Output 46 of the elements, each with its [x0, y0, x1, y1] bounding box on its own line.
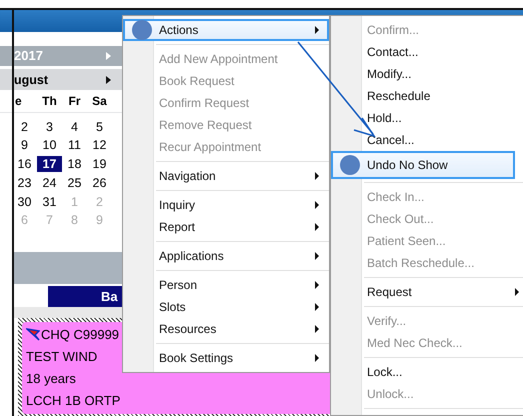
appointment-text: CHQ C99999 [41, 327, 120, 342]
menu-item[interactable]: Inquiry [123, 194, 329, 216]
weekday-label: e [14, 94, 22, 108]
menu-item[interactable]: Modify... [331, 63, 523, 85]
menu-item[interactable]: Book Settings [123, 347, 329, 369]
calendar-day[interactable]: 31 [38, 194, 60, 210]
weekday-label: Th [42, 94, 57, 108]
next-month-icon[interactable] [106, 76, 111, 84]
calendar-day[interactable]: 30 [14, 194, 36, 210]
menu-item[interactable]: Report [123, 216, 329, 238]
menu-item[interactable]: Lock... [331, 361, 523, 383]
menu-item[interactable]: Contact... [331, 41, 523, 63]
weekday-label: Fr [68, 94, 80, 108]
year-label: 2017 [14, 48, 44, 64]
calendar-day[interactable]: 9 [17, 137, 32, 154]
month-label: ugust [14, 72, 50, 87]
weekday-label: Sa [92, 94, 107, 108]
appointment-text: 18 years [26, 371, 76, 386]
menu-item[interactable]: Resources [123, 318, 329, 340]
menu-item[interactable]: Reschedule [331, 85, 523, 107]
circle-icon [340, 155, 360, 175]
calendar-day[interactable]: 16 [14, 156, 36, 172]
calendar-day[interactable]: 10 [38, 137, 60, 154]
calendar-day[interactable]: 12 [88, 137, 110, 154]
calendar-day[interactable]: 25 [64, 174, 86, 191]
appointment-text: LCCH 1B ORTP [26, 393, 120, 408]
calendar-day[interactable]: 23 [14, 174, 36, 191]
menu-item[interactable]: Navigation [123, 165, 329, 187]
circle-icon [132, 20, 152, 40]
menu-item[interactable]: Actions [123, 19, 329, 41]
calendar-day[interactable]: 4 [67, 118, 82, 135]
calendar-day[interactable]: 17 [36, 156, 62, 172]
menu-item[interactable]: Hold... [331, 107, 523, 129]
calendar-day[interactable]: 5 [92, 118, 107, 135]
calendar-day[interactable]: 3 [42, 118, 57, 135]
flag-icon [26, 328, 40, 342]
calendar-day[interactable]: 18 [64, 156, 86, 172]
appointment-text: TEST WIND [26, 349, 98, 364]
calendar-day[interactable]: 2 [17, 118, 32, 135]
calendar-day[interactable]: 26 [88, 174, 110, 191]
calendar-day[interactable]: 19 [88, 156, 110, 172]
menu-item[interactable]: Cancel... [331, 129, 523, 151]
calendar-day[interactable]: 24 [38, 174, 60, 191]
menu-item[interactable]: Applications [123, 245, 329, 267]
calendar-day[interactable]: 11 [64, 137, 85, 154]
menu-item[interactable]: Undo No Show [331, 151, 515, 179]
